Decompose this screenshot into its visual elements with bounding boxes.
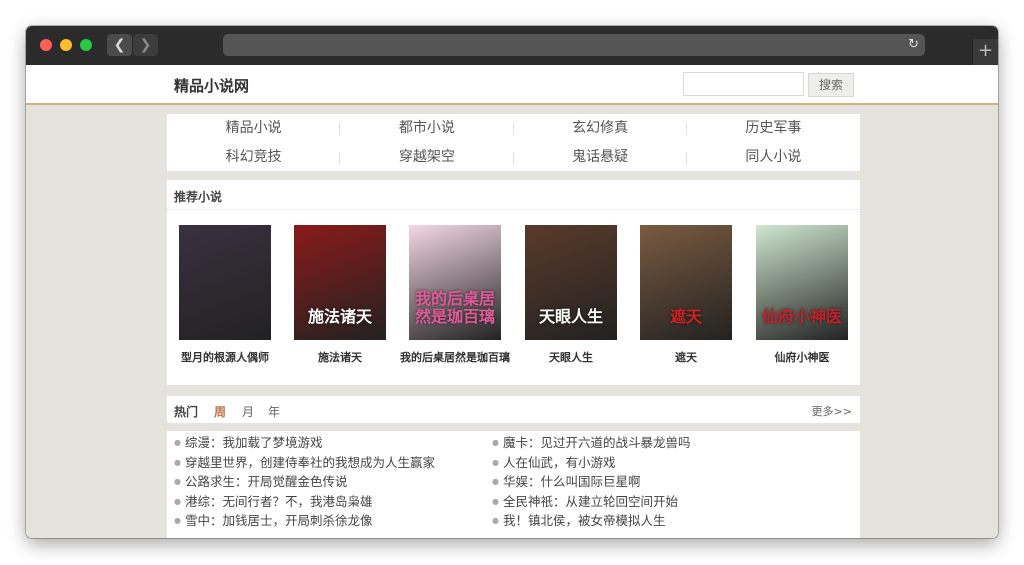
- category-link[interactable]: 鬼话悬疑: [514, 143, 688, 171]
- maximize-window-button[interactable]: [80, 39, 92, 51]
- new-tab-button[interactable]: +: [972, 39, 998, 65]
- hot-list-right: ● 魔卡：见过开六道的战斗暴龙兽吗 ● 人在仙武，有小游戏 ● 华娱：什么叫国际巨星啊 ● 全…: [492, 433, 691, 531]
- bullet-icon: ●: [174, 516, 181, 525]
- reload-icon[interactable]: ↻: [908, 36, 919, 54]
- book-title[interactable]: 我的后桌居然是珈百璃: [395, 349, 515, 365]
- cover-title: 仙府小神医: [761, 307, 842, 326]
- bullet-icon: ●: [174, 438, 181, 447]
- bullet-icon: ●: [492, 457, 499, 467]
- bullet-icon: ●: [492, 477, 499, 486]
- address-bar[interactable]: ↻: [223, 34, 925, 56]
- category-link[interactable]: 历史军事: [687, 114, 860, 143]
- category-nav: 精品小说 都市小说 玄幻修真 历史军事科幻竞技 穿越架空 鬼话悬疑 同人小说: [167, 114, 860, 171]
- category-link[interactable]: 都市小说: [340, 114, 514, 143]
- list-item-title[interactable]: 穿越里世界，创建侍奉社的我想成为人生赢家: [185, 455, 435, 470]
- hot-list: ● 综漫：我加载了梦境游戏 ● 穿越里世界，创建侍奉社的我想成为人生赢家 ● 公路求生：开…: [167, 431, 860, 538]
- list-item[interactable]: ● 雪中：加钱居士，开局刺杀徐龙像: [174, 511, 435, 531]
- category-link[interactable]: 科幻竞技: [167, 143, 341, 171]
- book-title[interactable]: 施法诸天: [280, 349, 400, 365]
- category-link[interactable]: 同人小说: [687, 143, 860, 171]
- bullet-icon: ●: [174, 457, 181, 467]
- bullet-icon: ●: [174, 477, 181, 486]
- list-item-title[interactable]: 港综：无间行者？不，我港岛枭雄: [185, 494, 373, 509]
- list-item[interactable]: ● 公路求生：开局觉醒金色传说: [174, 472, 435, 492]
- minimize-window-button[interactable]: [60, 39, 72, 51]
- book-cover[interactable]: 仙府小神医: [756, 225, 848, 340]
- chevron-left-icon: ❮: [113, 37, 126, 53]
- web-page: 精品小说网 搜索 精品小说 都市小说 玄幻修真 历史军事科幻竞技 穿越架空 鬼话悬疑 同人小…: [26, 65, 998, 538]
- recommend-title: 推荐小说: [174, 190, 223, 204]
- book-cover[interactable]: 天眼人生: [525, 225, 617, 340]
- search-input[interactable]: [683, 72, 804, 96]
- search-button[interactable]: 搜索: [808, 73, 854, 97]
- tab-month[interactable]: 月: [242, 403, 254, 420]
- book-cover[interactable]: 我的后桌居然是珈百璃: [409, 225, 501, 340]
- category-link[interactable]: 穿越架空: [340, 143, 514, 171]
- book-cover[interactable]: [179, 225, 271, 340]
- list-item-title[interactable]: 雪中：加钱居士，开局刺杀徐龙像: [185, 513, 373, 528]
- bullet-icon: ●: [492, 438, 499, 447]
- list-item[interactable]: ● 综漫：我加载了梦境游戏: [174, 433, 435, 453]
- back-button[interactable]: ❮: [107, 34, 132, 56]
- chevron-right-icon: ❯: [139, 37, 152, 53]
- book-cover[interactable]: 施法诸天: [294, 225, 386, 340]
- book-item[interactable]: 型月的根源人偶师: [165, 225, 285, 365]
- cover-title: 遮天: [669, 307, 702, 326]
- list-item-title[interactable]: 综漫：我加载了梦境游戏: [185, 435, 323, 450]
- browser-toolbar: ❮ ❯ ↻ +: [26, 26, 998, 65]
- book-title[interactable]: 仙府小神医: [742, 349, 862, 365]
- tab-week[interactable]: 周: [214, 403, 226, 420]
- plus-icon: +: [977, 40, 994, 61]
- site-header: 精品小说网 搜索: [26, 65, 998, 105]
- cover-title: 施法诸天: [307, 307, 372, 326]
- list-item-title[interactable]: 魔卡：见过开六道的战斗暴龙兽吗: [503, 435, 691, 450]
- browser-window: ❮ ❯ ↻ + 精品小说网 搜索 精品小说 都市小说 玄幻修真 历史军事科幻竞技 穿越架…: [26, 26, 998, 538]
- list-item[interactable]: ● 穿越里世界，创建侍奉社的我想成为人生赢家: [174, 453, 435, 473]
- book-title[interactable]: 天眼人生: [511, 349, 631, 365]
- hot-list-left: ● 综漫：我加载了梦境游戏 ● 穿越里世界，创建侍奉社的我想成为人生赢家 ● 公路求生：开…: [174, 433, 435, 531]
- site-logo[interactable]: 精品小说网: [174, 75, 249, 96]
- divider: [167, 209, 860, 210]
- bullet-icon: ●: [492, 516, 499, 525]
- category-link[interactable]: 精品小说: [167, 114, 341, 143]
- list-item[interactable]: ● 全民神祇：从建立轮回空间开始: [492, 492, 691, 512]
- list-item[interactable]: ● 人在仙武，有小游戏: [492, 453, 691, 473]
- list-item[interactable]: ● 港综：无间行者？不，我港岛枭雄: [174, 492, 435, 512]
- book-item[interactable]: 我的后桌居然是珈百璃 我的后桌居然是珈百璃: [395, 225, 515, 365]
- book-cover[interactable]: 遮天: [640, 225, 732, 340]
- cover-title: 我的后桌居然是珈百璃: [414, 289, 495, 326]
- book-title[interactable]: 型月的根源人偶师: [165, 349, 285, 365]
- forward-button[interactable]: ❯: [133, 34, 158, 56]
- list-item-title[interactable]: 人在仙武，有小游戏: [503, 455, 616, 470]
- hot-header: 热门 周 月 年 更多>>: [167, 396, 860, 423]
- list-item[interactable]: ● 我！镇北侯，被女帝模拟人生: [492, 511, 691, 531]
- bullet-icon: ●: [174, 496, 181, 506]
- list-item-title[interactable]: 全民神祇：从建立轮回空间开始: [503, 494, 678, 509]
- list-item-title[interactable]: 我！镇北侯，被女帝模拟人生: [503, 513, 666, 528]
- book-item[interactable]: 仙府小神医 仙府小神医: [742, 225, 862, 365]
- book-item[interactable]: 天眼人生 天眼人生: [511, 225, 631, 365]
- list-item-title[interactable]: 华娱：什么叫国际巨星啊: [503, 474, 641, 489]
- hot-title: 热门: [174, 405, 199, 419]
- list-item[interactable]: ● 魔卡：见过开六道的战斗暴龙兽吗: [492, 433, 691, 453]
- list-item[interactable]: ● 华娱：什么叫国际巨星啊: [492, 472, 691, 492]
- recommend-section: 推荐小说 型月的根源人偶师 施法诸天 施法诸天 我的后桌居然是珈百璃 我的后桌居然是珈百…: [167, 180, 860, 385]
- book-item[interactable]: 遮天 遮天: [626, 225, 746, 365]
- list-item-title[interactable]: 公路求生：开局觉醒金色传说: [185, 474, 348, 489]
- more-link[interactable]: 更多>>: [812, 403, 852, 419]
- cover-title: 天眼人生: [538, 307, 603, 326]
- category-link[interactable]: 玄幻修真: [514, 114, 688, 143]
- bullet-icon: ●: [492, 496, 499, 506]
- book-title[interactable]: 遮天: [626, 349, 746, 365]
- book-item[interactable]: 施法诸天 施法诸天: [280, 225, 400, 365]
- tab-year[interactable]: 年: [268, 403, 280, 420]
- close-window-button[interactable]: [40, 39, 52, 51]
